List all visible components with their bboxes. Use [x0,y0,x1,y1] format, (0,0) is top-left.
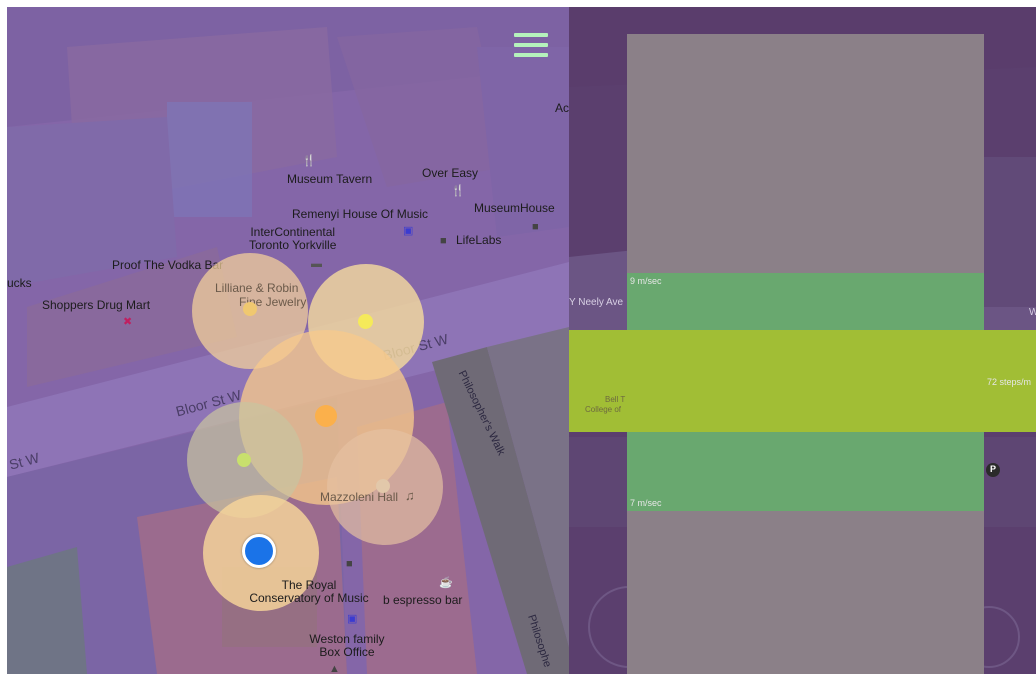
building-icon: ▲ [329,663,340,674]
speed-label-lower: 7 m/sec [630,498,662,508]
place-ac[interactable]: Ac [555,102,569,115]
restaurant-icon: 🍴 [302,155,316,167]
current-location-marker [242,534,276,568]
speed-band-upper [627,273,984,330]
place-museum-tavern[interactable]: Museum Tavern [287,173,372,186]
parking-label: P [990,464,997,474]
place-proof[interactable]: Proof The Vodka Bar [112,259,223,272]
building-icon: ■ [532,221,539,233]
sound-dot-4 [237,453,251,467]
place-lilliane[interactable]: Lilliane & Robin [215,282,298,295]
speed-view[interactable]: 9 m/sec 7 m/sec 72 steps/m Y Neely Ave W… [569,7,1036,674]
hamburger-menu-icon[interactable] [514,33,548,57]
place-museum-house[interactable]: MuseumHouse [474,202,555,215]
place-remenyi[interactable]: Remenyi House Of Music [292,208,428,221]
place-bell: Bell T [605,395,626,404]
shop-icon: ▣ [403,225,414,237]
sound-dot-1 [243,302,257,316]
hotel-icon: ▬ [311,258,322,270]
cafe-icon: ☕ [439,577,453,589]
speed-band-lower [627,432,984,511]
place-espresso-bar[interactable]: b espresso bar [383,594,462,607]
place-ucks[interactable]: ucks [7,277,32,290]
road-label-w: W [1029,307,1036,318]
shop-icon: ▣ [347,613,358,625]
place-royal-conservatory[interactable]: The Royal Conservatory of Music [249,579,369,605]
place-college: College of [585,405,622,414]
music-note-icon: ♫ [405,488,415,503]
sound-dot-5 [376,479,390,493]
place-shoppers[interactable]: Shoppers Drug Mart [42,299,150,312]
restaurant-icon: 🍴 [451,185,465,197]
cadence-label: 72 steps/m [987,377,1032,387]
map-view[interactable]: Bloor St W Bloor St W St W Philosopher's… [7,7,569,674]
road-label-neely: Y Neely Ave [569,297,624,308]
sound-dot-3 [315,405,337,427]
place-over-easy[interactable]: Over Easy [422,167,478,180]
place-weston-box-office[interactable]: Weston family Box Office [287,633,407,659]
sound-dot-2 [358,314,373,329]
place-lifelabs[interactable]: LifeLabs [456,234,501,247]
building-icon: ■ [440,235,447,247]
building-icon: ■ [346,558,353,570]
target-speed-band [569,330,1036,432]
speed-label-upper: 9 m/sec [630,276,662,286]
pharmacy-icon: ✖ [123,316,133,328]
place-mazzoleni[interactable]: Mazzoleni Hall [320,491,398,504]
place-intercontinental[interactable]: InterContinental Toronto Yorkville [249,226,336,252]
